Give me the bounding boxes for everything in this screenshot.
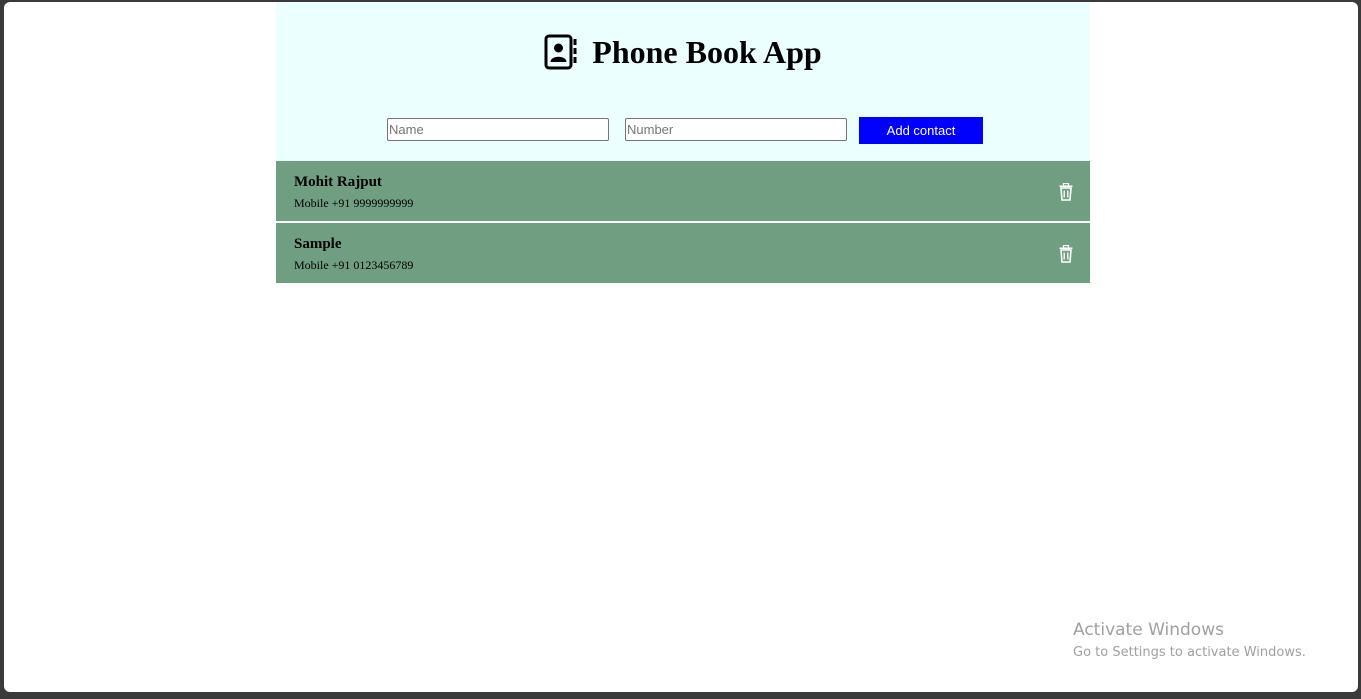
name-input[interactable]: [387, 118, 609, 141]
contact-number: Mobile +91 0123456789: [294, 258, 414, 272]
contact-item: Mohit Rajput Mobile +91 9999999999: [276, 161, 1090, 221]
app-header: Phone Book App Add contact: [276, 2, 1090, 161]
contact-list: Mohit Rajput Mobile +91 9999999999 Sampl…: [276, 161, 1090, 283]
number-input[interactable]: [625, 118, 847, 141]
browser-window: Phone Book App Add contact Mohit Rajput …: [4, 2, 1358, 692]
contact-number: Mobile +91 9999999999: [294, 196, 414, 210]
trash-icon[interactable]: [1059, 182, 1073, 201]
page-title: Phone Book App: [592, 34, 822, 70]
contact-item: Sample Mobile +91 0123456789: [276, 223, 1090, 283]
add-contact-form: Add contact: [276, 117, 1090, 144]
contact-name: Sample: [294, 236, 342, 252]
contact-name: Mohit Rajput: [294, 174, 382, 190]
trash-icon[interactable]: [1059, 244, 1073, 263]
watermark-title: Activate Windows: [1073, 620, 1224, 640]
phone-book-app: Phone Book App Add contact Mohit Rajput …: [276, 2, 1090, 285]
title-row: Phone Book App: [276, 32, 1090, 72]
activate-windows-watermark: Activate Windows Go to Settings to activ…: [1073, 619, 1306, 663]
add-contact-button[interactable]: Add contact: [859, 117, 983, 144]
watermark-subtitle: Go to Settings to activate Windows.: [1073, 645, 1306, 660]
contact-book-icon: [544, 34, 578, 70]
